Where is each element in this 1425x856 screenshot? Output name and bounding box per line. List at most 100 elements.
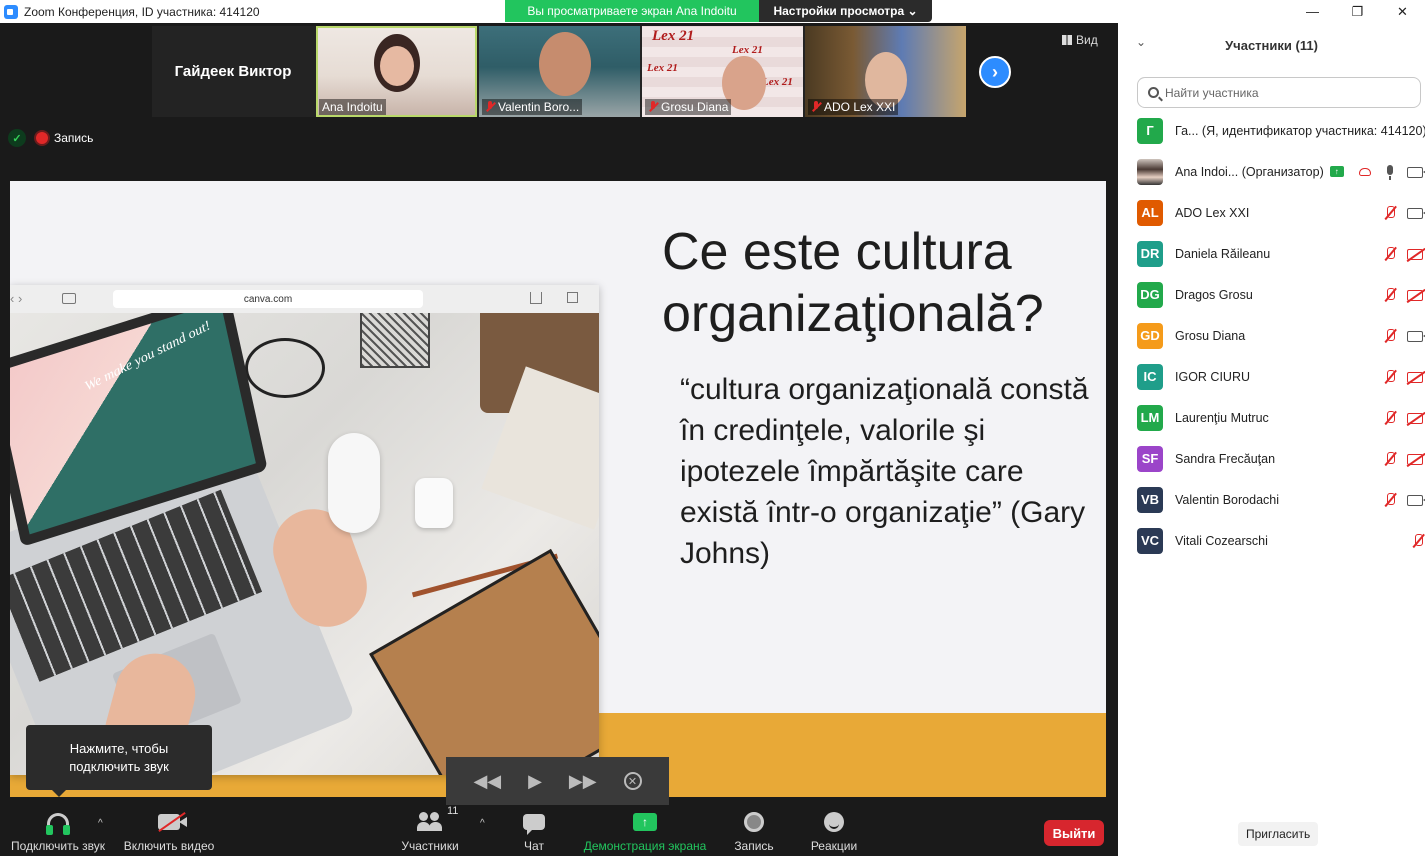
fast-forward-icon[interactable]: ▶▶ bbox=[569, 771, 597, 792]
participant-status-icons bbox=[1359, 164, 1425, 180]
tabs-icon bbox=[567, 292, 578, 303]
viewing-screen-label: Вы просматриваете экран Ana Indoitu bbox=[505, 0, 759, 22]
video-tile-ado-lex[interactable]: ADO Lex XXI bbox=[805, 26, 966, 117]
avatar: GD bbox=[1137, 322, 1163, 349]
participant-face bbox=[539, 32, 591, 96]
chat-label: Чат bbox=[524, 839, 544, 853]
start-video-button[interactable]: Включить видео bbox=[120, 806, 218, 856]
participants-count: 11 bbox=[447, 805, 459, 817]
minimize-icon[interactable]: — bbox=[1290, 0, 1335, 23]
participant-name: Laurenţiu Mutruc bbox=[1175, 410, 1269, 425]
avatar: DG bbox=[1137, 281, 1163, 308]
self-name-tile[interactable]: Гайдеек Виктор bbox=[152, 26, 314, 117]
chat-button[interactable]: Чат bbox=[514, 806, 554, 856]
invite-button[interactable]: Пригласить bbox=[1238, 822, 1319, 846]
participant-row[interactable]: GD Grosu Diana bbox=[1118, 315, 1425, 356]
participant-row[interactable]: IC IGOR CIURU bbox=[1118, 356, 1425, 397]
avatar: Г bbox=[1137, 117, 1163, 144]
camera-icon bbox=[1407, 166, 1425, 178]
record-button[interactable]: Запись bbox=[730, 806, 778, 856]
airpods-image bbox=[415, 478, 453, 528]
camera-icon bbox=[1407, 207, 1425, 219]
mic-muted-icon bbox=[1383, 410, 1397, 426]
audio-options-caret-icon[interactable]: ^ bbox=[98, 818, 103, 829]
close-circle-icon[interactable]: ✕ bbox=[623, 772, 642, 790]
mic-muted-icon bbox=[1383, 205, 1397, 221]
next-page-arrow-icon[interactable]: › bbox=[979, 56, 1011, 88]
rewind-icon[interactable]: ◀◀ bbox=[473, 771, 501, 792]
mic-muted-icon bbox=[648, 101, 658, 113]
restore-icon[interactable]: ❐ bbox=[1335, 0, 1380, 23]
participant-row[interactable]: Ana Indoi... (Организатор) ↑ bbox=[1118, 151, 1425, 192]
close-icon[interactable]: ✕ bbox=[1380, 0, 1425, 23]
laptop-tagline: We make you stand out! bbox=[82, 318, 213, 395]
reactions-button[interactable]: Реакции bbox=[808, 806, 860, 856]
play-icon[interactable]: ▶ bbox=[528, 771, 542, 792]
share-screen-button[interactable]: ↑ Демонстрация экрана bbox=[580, 806, 710, 856]
camera-off-icon bbox=[158, 812, 187, 832]
pen-holder-image bbox=[360, 313, 430, 368]
participant-name: Ana Indoi... (Организатор) bbox=[1175, 164, 1324, 179]
record-icon bbox=[744, 812, 764, 832]
video-tile-ana-indoitu[interactable]: Ana Indoitu bbox=[316, 26, 477, 117]
camera-off-icon bbox=[1407, 412, 1423, 424]
participant-name: Grosu Diana bbox=[1175, 328, 1246, 343]
participant-row[interactable]: VB Valentin Borodachi bbox=[1118, 479, 1425, 520]
mic-muted-icon bbox=[1383, 369, 1397, 385]
share-screen-label: Демонстрация экрана bbox=[583, 839, 707, 853]
video-tile-valentin[interactable]: Valentin Boro... bbox=[479, 26, 640, 117]
camera-icon bbox=[1407, 330, 1425, 342]
participant-name: Vitali Cozearschi bbox=[1175, 533, 1268, 548]
participant-name: Daniela Răileanu bbox=[1175, 246, 1271, 261]
participant-status-icons bbox=[1383, 410, 1425, 426]
leave-button[interactable]: Выйти bbox=[1044, 820, 1104, 846]
tile-label: ADO Lex XXI bbox=[808, 99, 899, 115]
participant-face bbox=[380, 46, 414, 86]
shield-icon[interactable]: ✓ bbox=[8, 129, 26, 147]
cloud-recording-icon bbox=[1359, 168, 1371, 176]
mouse-image bbox=[328, 433, 380, 533]
participant-name: Га... (Я, идентификатор участника: 41412… bbox=[1175, 123, 1425, 138]
participant-row[interactable]: Г Га... (Я, идентификатор участника: 4141… bbox=[1118, 110, 1425, 151]
camera-off-icon bbox=[1407, 453, 1423, 465]
participant-name: Valentin Borodachi bbox=[1175, 492, 1280, 507]
participant-name: IGOR CIURU bbox=[1175, 369, 1250, 384]
join-audio-button[interactable]: Подключить звук bbox=[8, 806, 108, 856]
participant-status-icons bbox=[1383, 328, 1425, 344]
participant-row[interactable]: AL ADO Lex XXI bbox=[1118, 192, 1425, 233]
playback-controls: ◀◀ ▶ ▶▶ ✕ bbox=[446, 757, 669, 805]
participant-row[interactable]: DG Dragos Grosu bbox=[1118, 274, 1425, 315]
participant-row[interactable]: SF Sandra Frecăuţan bbox=[1118, 438, 1425, 479]
participant-status-icons bbox=[1383, 492, 1425, 508]
participants-panel-title: Участники (11) bbox=[1225, 37, 1318, 53]
mic-muted-icon bbox=[1383, 451, 1397, 467]
participant-row[interactable]: DR Daniela Răileanu bbox=[1118, 233, 1425, 274]
window-title: Zoom Конференция, ID участника: 414120 bbox=[24, 4, 260, 19]
view-options-button[interactable]: Настройки просмотра ⌄ bbox=[759, 0, 932, 22]
video-tile-grosu-diana[interactable]: Lex 21 Lex 21 Lex 21 Lex 21 Grosu Diana bbox=[642, 26, 803, 117]
camera-off-icon bbox=[1407, 371, 1423, 383]
participant-row[interactable]: VC Vitali Cozearschi bbox=[1118, 520, 1425, 561]
chat-icon bbox=[523, 814, 545, 835]
view-label: Вид bbox=[1076, 33, 1098, 47]
mic-muted-icon bbox=[1383, 492, 1397, 508]
participant-name: Sandra Frecăuţan bbox=[1175, 451, 1276, 466]
share-banner: Вы просматриваете экран Ana Indoitu Наст… bbox=[505, 0, 932, 22]
participant-search[interactable] bbox=[1137, 77, 1421, 108]
view-layout-button[interactable]: Вид bbox=[1062, 33, 1098, 47]
tile-name-text: Ana Indoitu bbox=[322, 100, 383, 114]
participant-row[interactable]: LM Laurenţiu Mutruc bbox=[1118, 397, 1425, 438]
join-audio-label: Подключить звук bbox=[10, 839, 106, 853]
avatar: IC bbox=[1137, 363, 1163, 390]
avatar: SF bbox=[1137, 445, 1163, 472]
browser-url: canva.com bbox=[113, 290, 423, 308]
join-audio-tooltip[interactable]: Нажмите, чтобы подключить звук bbox=[26, 725, 212, 797]
record-label: Запись bbox=[734, 839, 774, 853]
tile-name-text: Grosu Diana bbox=[661, 100, 729, 114]
recording-label: Запись bbox=[54, 131, 94, 145]
search-input[interactable] bbox=[1165, 85, 1405, 100]
mic-muted-icon bbox=[1383, 246, 1397, 262]
participants-options-caret-icon[interactable]: ^ bbox=[480, 818, 485, 829]
participants-button[interactable]: 11 Участники bbox=[398, 805, 462, 856]
participant-status-icons bbox=[1411, 533, 1425, 549]
